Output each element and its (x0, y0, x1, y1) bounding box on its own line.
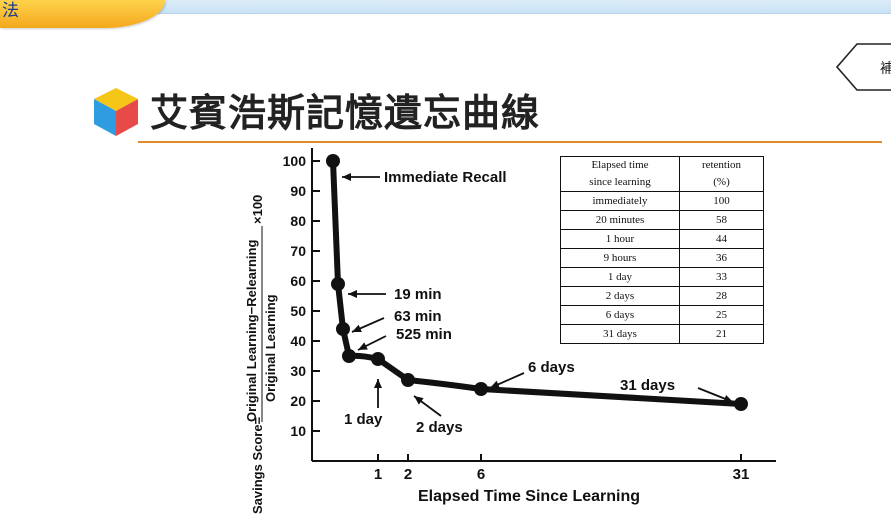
x-tick-label: 2 (404, 466, 412, 483)
table-cell: 25 (679, 305, 764, 325)
page-title: 艾賓浩斯記憶遺忘曲線 (150, 91, 541, 135)
annotation-label: 525 min (396, 326, 452, 343)
table-cell: 9 hours (560, 248, 680, 268)
annotation-arrowhead (374, 379, 382, 388)
table-cell: 1 hour (560, 229, 680, 249)
y-axis-label-suffix: ×100 (250, 195, 265, 224)
table-header-line: since learning (589, 176, 651, 188)
data-point (336, 322, 350, 336)
table-header-line: retention (701, 159, 742, 171)
table-row: 6 days 25 (560, 305, 764, 325)
nav-label: 補 (880, 61, 891, 77)
table-header-row: Elapsed time since learning retention (%… (560, 156, 764, 192)
table-cell: 100 (679, 191, 764, 211)
data-point (331, 277, 345, 291)
annotation-label: 63 min (394, 308, 442, 325)
y-tick-label: 50 (290, 303, 306, 319)
table-row: 31 days 21 (560, 324, 764, 344)
y-tick-label: 60 (290, 273, 306, 289)
table-row: 20 minutes 58 (560, 210, 764, 230)
annotation-label: Immediate Recall (384, 169, 507, 186)
data-point (734, 397, 748, 411)
table-header-line: Elapsed time (591, 159, 649, 171)
y-axis-label-prefix: Savings Score= (250, 416, 265, 514)
table-cell: 20 minutes (560, 210, 680, 230)
x-tick-label: 31 (733, 466, 750, 483)
title-divider (138, 141, 882, 143)
y-tick-label: 10 (290, 423, 306, 439)
retention-table: Elapsed time since learning retention (%… (560, 156, 764, 344)
section-tab-label: 法 (2, 1, 19, 21)
annotation-label: 31 days (620, 377, 675, 394)
data-point (371, 352, 385, 366)
y-axis-label: Savings Score= Original Learning−Relearn… (244, 195, 278, 514)
table-row: 2 days 28 (560, 286, 764, 306)
y-axis-label-numerator: Original Learning−Relearning (244, 240, 259, 422)
table-header-cell: retention (%) (679, 156, 764, 192)
table-header-cell: Elapsed time since learning (560, 156, 680, 192)
data-point (474, 382, 488, 396)
cube-icon (94, 88, 138, 136)
section-tab[interactable]: 法 (0, 0, 165, 28)
table-cell: 58 (679, 210, 764, 230)
table-cell: 28 (679, 286, 764, 306)
x-tick-label: 6 (477, 466, 485, 483)
table-cell: 6 days (560, 305, 680, 325)
table-cell: 36 (679, 248, 764, 268)
table-cell: 33 (679, 267, 764, 287)
annotation-label: 1 day (344, 411, 383, 428)
table-cell: 21 (679, 324, 764, 344)
x-axis-label: Elapsed Time Since Learning (418, 488, 640, 505)
annotation-label: 6 days (528, 359, 575, 376)
data-point (401, 373, 415, 387)
table-row: 9 hours 36 (560, 248, 764, 268)
y-tick-label: 70 (290, 243, 306, 259)
y-axis-label-denominator: Original Learning (263, 294, 278, 402)
table-row: immediately 100 (560, 191, 764, 211)
annotation-arrowhead (348, 290, 357, 298)
y-tick-label: 100 (283, 153, 307, 169)
x-tick-label: 1 (374, 466, 382, 483)
y-tick-label: 30 (290, 363, 306, 379)
y-tick-label: 80 (290, 213, 306, 229)
table-cell: immediately (560, 191, 680, 211)
table-cell: 1 day (560, 267, 680, 287)
data-point (342, 349, 356, 363)
table-row: 1 hour 44 (560, 229, 764, 249)
table-cell: 31 days (560, 324, 680, 344)
annotation-arrowhead (414, 396, 424, 405)
y-tick-label: 20 (290, 393, 306, 409)
table-header-line: (%) (713, 176, 730, 188)
table-cell: 2 days (560, 286, 680, 306)
table-cell: 44 (679, 229, 764, 249)
table-row: 1 day 33 (560, 267, 764, 287)
annotation-label: 19 min (394, 286, 442, 303)
annotation-arrowhead (342, 173, 351, 181)
annotation-label: 2 days (416, 419, 463, 436)
y-tick-label: 90 (290, 183, 306, 199)
data-point (326, 154, 340, 168)
y-tick-label: 40 (290, 333, 306, 349)
